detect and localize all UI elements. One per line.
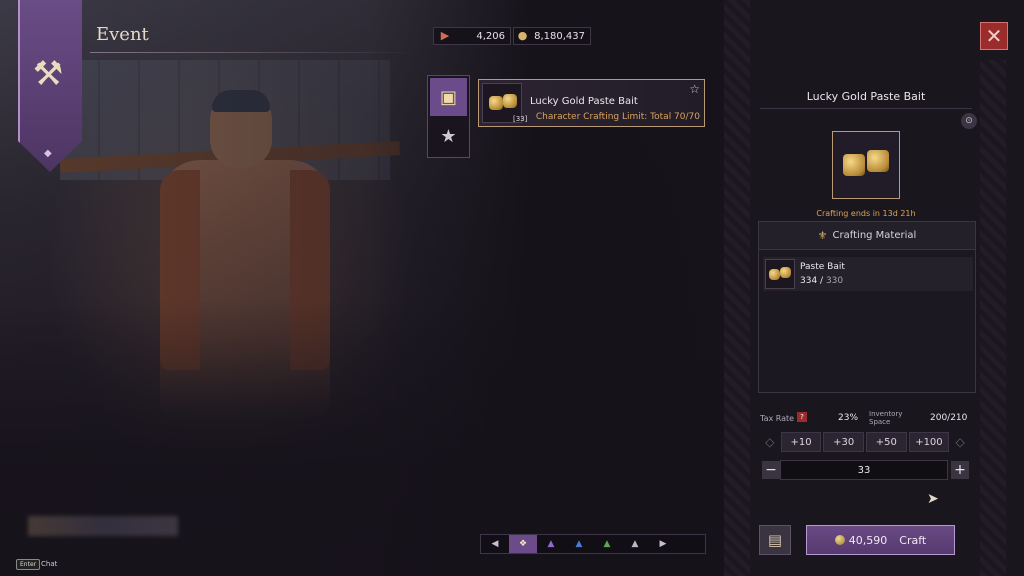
panel-border-right: [980, 60, 1006, 576]
gold-bait-icon: [843, 154, 865, 176]
diamond-left-icon: ◇: [765, 435, 775, 449]
crafting-material-panel: ⚜ Crafting Material Paste Bait 334 / 330: [758, 221, 976, 393]
craft-cost: 40,590: [848, 533, 888, 547]
add-100-button[interactable]: +100: [908, 432, 950, 452]
plus-icon: +: [954, 462, 966, 478]
next-arrow-icon[interactable]: ▶: [649, 535, 677, 553]
add-10-button[interactable]: +10: [780, 432, 822, 452]
tab-favorites[interactable]: ★: [430, 117, 467, 155]
filter-purple[interactable]: ▲: [537, 535, 565, 553]
prev-arrow-icon[interactable]: ◀: [481, 535, 509, 553]
inventory-space-value: 200/210: [930, 413, 968, 423]
silver-coin-icon: [834, 535, 845, 545]
gold-bait-icon: [503, 94, 517, 108]
grade-filter-bar: ◀ ❖ ▲ ▲ ▲ ▲ ▶: [480, 534, 706, 554]
blurred-name: [28, 516, 178, 536]
panel-border-left: [724, 0, 750, 576]
item-count: [33]: [513, 115, 528, 123]
silver-coin-icon: ●: [517, 29, 528, 42]
material-thumbnail: [765, 259, 795, 289]
material-row[interactable]: Paste Bait 334 / 330: [763, 257, 973, 291]
add-30-button[interactable]: +30: [823, 432, 865, 452]
inventory-button[interactable]: ▤: [759, 525, 791, 555]
star-icon: ★: [440, 125, 457, 147]
currency-value: 4,206: [476, 30, 505, 42]
ticket-icon: ▶: [440, 29, 450, 42]
crafting-limit: Character Crafting Limit: Total 70/70: [535, 112, 700, 122]
crossed-tools-icon: ⚒: [32, 54, 64, 94]
minus-icon: −: [765, 462, 777, 478]
info-button[interactable]: ⊙: [961, 113, 977, 129]
cube-icon: ▣: [439, 86, 457, 108]
currency-tickets: ▶ 4,206: [433, 27, 511, 45]
currency-silver: ● 8,180,437: [513, 27, 591, 45]
fleur-icon: ⚜: [817, 229, 828, 242]
filter-all[interactable]: ❖: [509, 535, 537, 553]
tab-cube[interactable]: ▣: [430, 78, 467, 116]
crafting-ends: Crafting ends in 13d 21h: [816, 209, 916, 218]
gold-bait-icon: [780, 267, 791, 278]
mouse-cursor-icon: ➤: [927, 491, 939, 507]
close-icon: ✕: [985, 24, 1003, 48]
category-tabs: ▣ ★: [427, 75, 470, 158]
bag-icon: ▤: [767, 531, 783, 549]
quantity-input[interactable]: [780, 460, 948, 480]
item-name: Lucky Gold Paste Bait: [530, 96, 638, 107]
tax-rate-value: 23%: [838, 413, 859, 423]
material-need: 330: [825, 276, 844, 286]
item-thumbnail: [33]: [482, 83, 527, 123]
materials-header: ⚜ Crafting Material: [759, 222, 975, 250]
filter-blue[interactable]: ▲: [565, 535, 593, 553]
title-divider: [90, 52, 420, 53]
craft-button[interactable]: 40,590 Craft: [806, 525, 955, 555]
filter-green[interactable]: ▲: [593, 535, 621, 553]
add-50-button[interactable]: +50: [866, 432, 907, 452]
filter-white[interactable]: ▲: [621, 535, 649, 553]
quick-add-row: ◇ +10 +30 +50 +100 ◇: [760, 431, 970, 453]
gold-bait-icon: [489, 96, 503, 110]
materials-header-label: Crafting Material: [832, 230, 917, 241]
material-count: 334 / 330: [800, 276, 843, 286]
recipe-item[interactable]: [33] Lucky Gold Paste Bait Character Cra…: [478, 79, 705, 127]
decrease-button[interactable]: −: [762, 461, 780, 479]
diamond-right-icon: ◇: [955, 435, 965, 449]
info-icon: ⊙: [965, 116, 973, 126]
tax-rate-label: Tax Rate: [760, 414, 795, 423]
craft-label: Craft: [899, 533, 927, 547]
favorite-star-icon[interactable]: ☆: [689, 82, 700, 96]
material-separator: /: [817, 276, 826, 286]
gold-bait-icon: [867, 150, 889, 172]
chat-key: Enter: [16, 559, 41, 570]
detail-item-image: [832, 131, 900, 199]
gold-bait-icon: [769, 269, 780, 280]
inventory-space-label: Inventory Space: [869, 410, 903, 426]
currency-value: 8,180,437: [534, 30, 585, 42]
chat-label[interactable]: Chat: [41, 560, 57, 568]
material-name: Paste Bait: [800, 262, 845, 272]
page-title: Event: [96, 24, 149, 45]
increase-button[interactable]: +: [951, 461, 969, 479]
grid-icon: ❖: [518, 539, 528, 549]
detail-title: Lucky Gold Paste Bait: [806, 90, 926, 103]
help-icon[interactable]: ?: [797, 412, 807, 422]
detail-divider: [760, 108, 972, 109]
diamond-icon: ◆: [44, 148, 52, 159]
close-button[interactable]: ✕: [980, 22, 1008, 50]
material-have: 334: [800, 276, 818, 286]
